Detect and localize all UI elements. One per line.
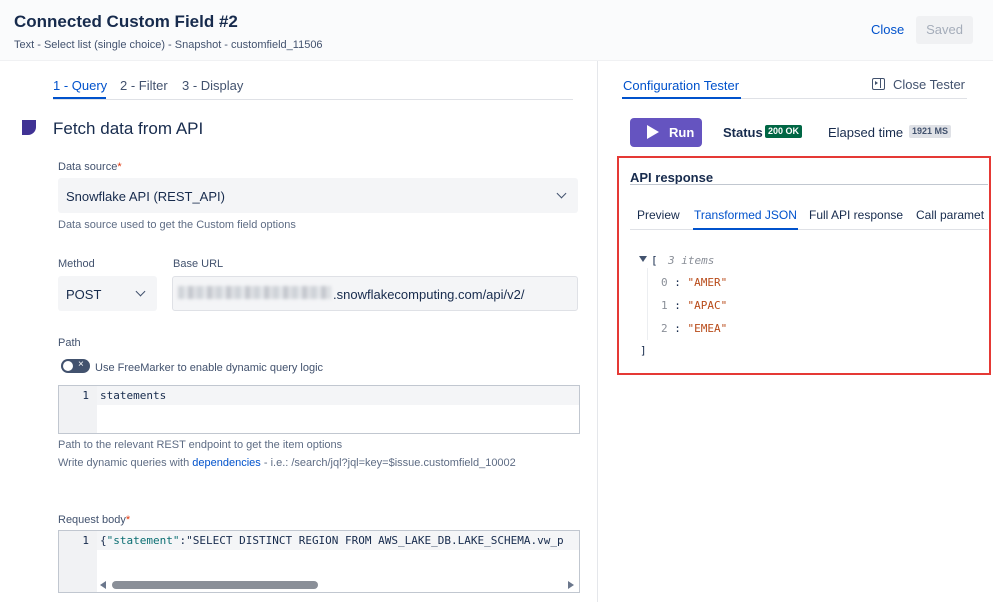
method-value: POST bbox=[66, 287, 102, 302]
elapsed-time-badge: 1921 MS bbox=[909, 125, 952, 138]
panel-collapse-icon bbox=[872, 78, 885, 90]
request-body-label: Request body* bbox=[58, 514, 131, 526]
redacted-host bbox=[178, 286, 331, 299]
method-select[interactable]: POST bbox=[58, 276, 157, 311]
request-body-code: {"statement":"SELECT DISTINCT REGION FRO… bbox=[100, 534, 564, 547]
panel-divider bbox=[597, 61, 598, 602]
saved-button[interactable]: Saved bbox=[916, 16, 973, 44]
active-tab-indicator bbox=[622, 97, 741, 99]
status-badge: 200 OK bbox=[765, 125, 803, 138]
active-line bbox=[97, 386, 579, 405]
tab-filter[interactable]: 2 - Filter bbox=[120, 78, 168, 93]
section-marker-icon bbox=[22, 120, 36, 135]
active-tab-indicator bbox=[53, 97, 106, 99]
dependencies-link[interactable]: dependencies bbox=[192, 457, 261, 469]
data-source-select[interactable]: Snowflake API (REST_API) bbox=[58, 178, 578, 213]
tab-configuration-tester[interactable]: Configuration Tester bbox=[623, 78, 739, 93]
tab-display[interactable]: 3 - Display bbox=[182, 78, 243, 93]
line-number: 1 bbox=[82, 389, 89, 402]
path-editor[interactable]: 1 statements bbox=[58, 385, 580, 434]
path-label: Path bbox=[58, 337, 81, 349]
page-subtitle: Text - Select list (single choice) - Sna… bbox=[14, 39, 323, 51]
scroll-right-icon[interactable] bbox=[568, 581, 574, 589]
chevron-down-icon bbox=[135, 286, 146, 297]
app-root: Connected Custom Field #2 Text - Select … bbox=[0, 0, 993, 602]
horizontal-scrollbar[interactable] bbox=[112, 581, 318, 589]
close-button[interactable]: Close bbox=[871, 22, 904, 37]
path-helper: Path to the relevant REST endpoint to ge… bbox=[58, 439, 343, 451]
highlight-annotation-box bbox=[617, 156, 991, 375]
play-icon bbox=[647, 125, 659, 139]
base-url-label: Base URL bbox=[173, 258, 224, 270]
status-label: Status bbox=[723, 125, 763, 140]
toggle-knob bbox=[63, 361, 73, 371]
chevron-down-icon bbox=[556, 188, 567, 199]
run-button[interactable]: Run bbox=[630, 118, 702, 147]
page-title: Connected Custom Field #2 bbox=[14, 12, 238, 31]
data-source-helper: Data source used to get the Custom field… bbox=[58, 219, 296, 231]
base-url-value: .snowflakecomputing.com/api/v2/ bbox=[333, 287, 525, 302]
data-source-value: Snowflake API (REST_API) bbox=[66, 189, 225, 204]
line-number: 1 bbox=[82, 534, 89, 547]
section-title: Fetch data from API bbox=[53, 119, 204, 138]
method-label: Method bbox=[58, 258, 95, 270]
path-code: statements bbox=[100, 389, 167, 402]
path-dependencies-helper: Write dynamic queries with dependencies … bbox=[58, 457, 516, 469]
tab-query[interactable]: 1 - Query bbox=[53, 78, 107, 93]
elapsed-time-label: Elapsed time bbox=[828, 125, 904, 140]
freemarker-toggle-label: Use FreeMarker to enable dynamic query l… bbox=[95, 362, 324, 374]
scroll-left-icon[interactable] bbox=[100, 581, 106, 589]
close-tester-button[interactable]: Close Tester bbox=[872, 77, 965, 92]
data-source-label: Data source* bbox=[58, 161, 122, 173]
page-header: Connected Custom Field #2 Text - Select … bbox=[0, 0, 993, 61]
close-icon: × bbox=[78, 359, 84, 370]
freemarker-toggle[interactable]: × bbox=[61, 359, 90, 373]
step-tabs: 1 - Query 2 - Filter 3 - Display bbox=[53, 76, 573, 100]
